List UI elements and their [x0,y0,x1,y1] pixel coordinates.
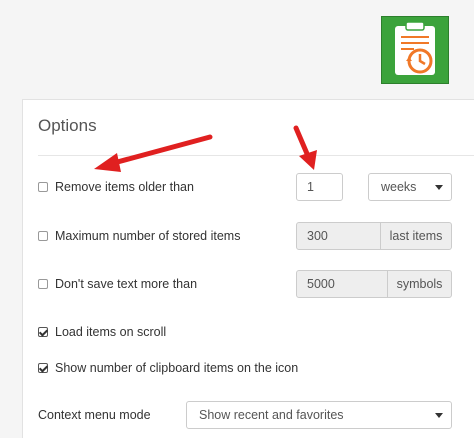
annotation-arrows [94,125,317,172]
arrow-head-left-icon [94,153,121,172]
annotation-arrow-left [107,134,213,167]
annotation-arrow-down [293,125,311,159]
arrow-head-down-icon [299,150,317,170]
